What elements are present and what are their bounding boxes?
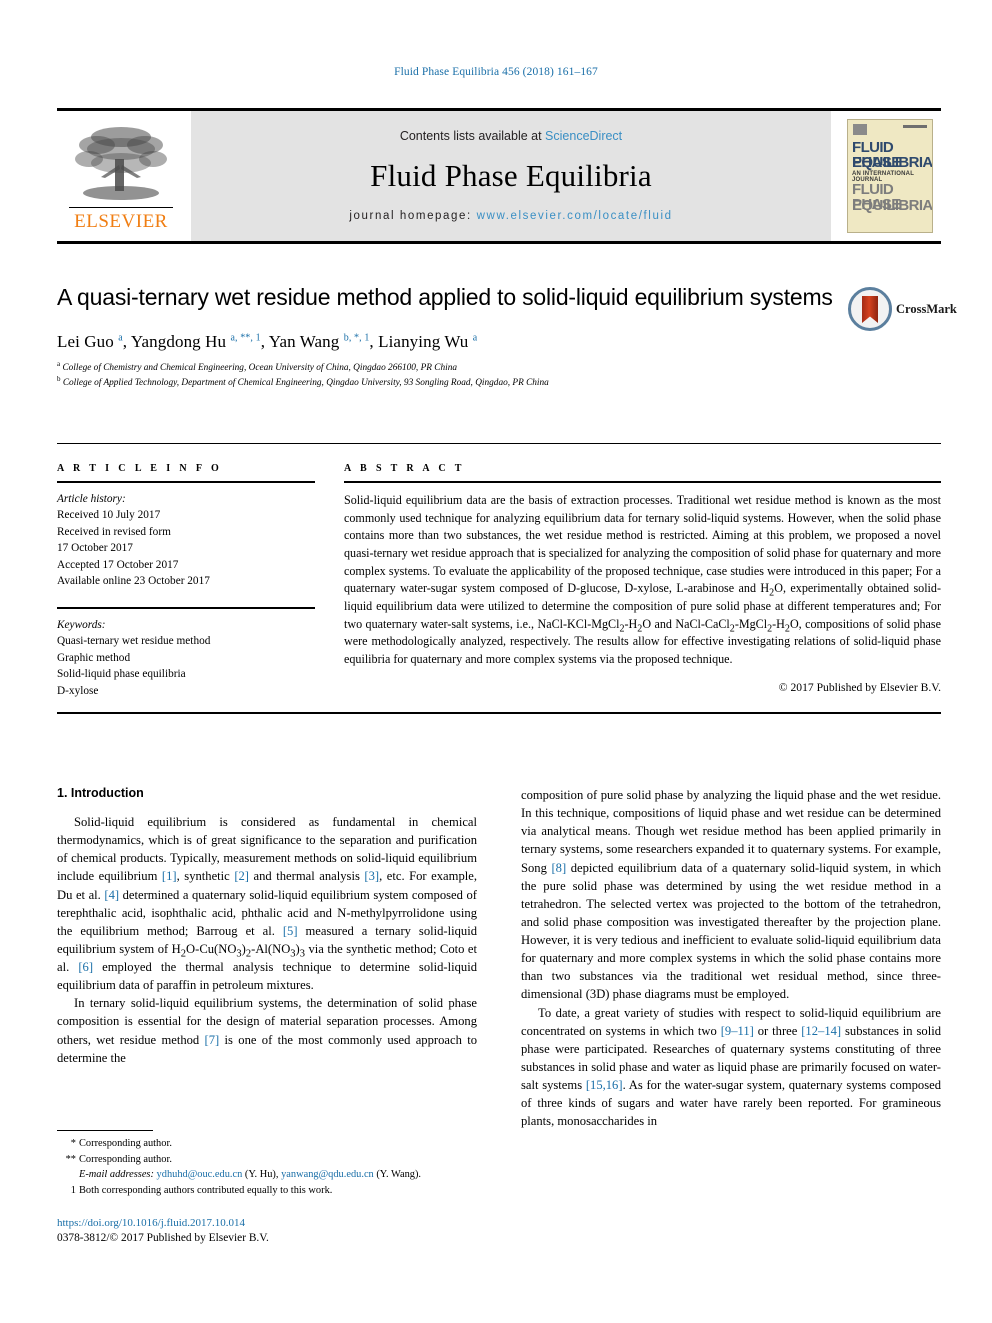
- article-info-rule: [57, 481, 315, 483]
- journal-homepage-link[interactable]: www.elsevier.com/locate/fluid: [477, 210, 673, 222]
- footnotes-block: * Corresponding author. ** Corresponding…: [57, 1130, 477, 1198]
- article-history-label: Article history:: [57, 493, 126, 505]
- keyword-item: D-xylose: [57, 684, 99, 697]
- history-item: Received 10 July 2017: [57, 509, 161, 522]
- intro-paragraph-1: Solid-liquid equilibrium is considered a…: [57, 815, 477, 993]
- body-column-right: composition of pure solid phase by analy…: [521, 786, 941, 1130]
- elsevier-divider: [69, 207, 173, 208]
- paper-page: Fluid Phase Equilibria 456 (2018) 161–16…: [0, 0, 992, 1323]
- section-heading-introduction: 1. Introduction: [57, 786, 144, 800]
- history-item: Accepted 17 October 2017: [57, 558, 179, 571]
- journal-cover-thumbnail: FLUID PHASE EQUILIBRIA AN INTERNATIONAL …: [839, 111, 941, 241]
- affiliation-marker-b: b: [57, 375, 61, 384]
- keywords-rule: [57, 606, 315, 609]
- article-info-column: A R T I C L E I N F O Article history: R…: [57, 463, 315, 699]
- email-addresses-text: E-mail addresses: ydhuhd@ouc.edu.cn (Y. …: [79, 1169, 422, 1181]
- author-list: Lei Guo a, Yangdong Hu a, **, 1, Yan Wan…: [57, 331, 478, 351]
- footnote-marker-one: 1: [70, 1184, 76, 1196]
- footnote-corresponding-author-1: * Corresponding author.: [57, 1136, 477, 1152]
- abstract-text: Solid-liquid equilibrium data are the ba…: [344, 493, 941, 666]
- crossmark-label: CrossMark: [896, 301, 957, 316]
- affiliation-a-text: College of Chemistry and Chemical Engine…: [62, 362, 457, 373]
- header-divider: [57, 443, 941, 444]
- affiliation-a: a College of Chemistry and Chemical Engi…: [57, 359, 837, 375]
- keyword-item: Graphic method: [57, 651, 131, 664]
- cover-line-5: EQUILIBRIA: [852, 197, 933, 214]
- footnote-marker-double-star: **: [65, 1153, 76, 1165]
- abstract-bottom-divider: [57, 712, 941, 714]
- elsevier-logo: ELSEVIER: [57, 111, 185, 241]
- cover-top-text-bar: [903, 125, 927, 128]
- intro-paragraph-3: composition of pure solid phase by analy…: [521, 788, 941, 1002]
- history-item: Available online 23 October 2017: [57, 575, 210, 588]
- footnote-divider: [57, 1130, 153, 1131]
- issn-copyright: 0378-3812/© 2017 Published by Elsevier B…: [57, 1231, 269, 1244]
- footnote-text: Corresponding author.: [79, 1153, 172, 1165]
- affiliation-marker-a: a: [57, 359, 61, 368]
- journal-homepage-line: journal homepage: www.elsevier.com/locat…: [349, 210, 672, 222]
- footer-identifiers: https://doi.org/10.1016/j.fluid.2017.10.…: [57, 1216, 487, 1246]
- footnote-equal-contribution: 1 Both corresponding authors contributed…: [57, 1183, 477, 1199]
- journal-band: Contents lists available at ScienceDirec…: [191, 111, 831, 241]
- affiliation-b: b College of Applied Technology, Departm…: [57, 376, 837, 390]
- page-title: A quasi-ternary wet residue method appli…: [57, 284, 833, 310]
- cover-corner-mark: [853, 124, 867, 135]
- crossmark-icon: [848, 287, 892, 331]
- footnote-email-addresses[interactable]: E-mail addresses: ydhuhd@ouc.edu.cn (Y. …: [57, 1167, 477, 1183]
- abstract-column: A B S T R A C T Solid-liquid equilibrium…: [344, 463, 941, 694]
- abstract-rule: [344, 481, 941, 483]
- title-block: A quasi-ternary wet residue method appli…: [57, 283, 837, 391]
- article-history: Article history: Received 10 July 2017 R…: [57, 491, 315, 590]
- article-info-heading: A R T I C L E I N F O: [57, 463, 223, 474]
- journal-masthead: ELSEVIER Contents lists available at Sci…: [57, 108, 941, 244]
- contents-available-line: Contents lists available at ScienceDirec…: [400, 129, 622, 143]
- doi-link[interactable]: https://doi.org/10.1016/j.fluid.2017.10.…: [57, 1216, 487, 1231]
- footnote-text: Corresponding author.: [79, 1138, 172, 1149]
- elsevier-wordmark: ELSEVIER: [74, 211, 168, 232]
- intro-paragraph-2: In ternary solid-liquid equilibrium syst…: [57, 996, 477, 1065]
- footnote-marker-star: *: [70, 1138, 76, 1149]
- history-item: Received in revised form: [57, 525, 171, 538]
- contents-prefix: Contents lists available at: [399, 129, 546, 143]
- keywords-label: Keywords:: [57, 618, 106, 631]
- affiliation-b-text: College of Applied Technology, Departmen…: [62, 378, 549, 389]
- body-column-left: 1. Introduction Solid-liquid equilibrium…: [57, 786, 477, 1067]
- elsevier-tree-icon: [75, 127, 167, 200]
- crossmark-ribbon-icon: [862, 296, 878, 323]
- intro-paragraph-4: To date, a great variety of studies with…: [521, 1005, 941, 1129]
- crossmark-badge[interactable]: CrossMark: [848, 283, 957, 335]
- keyword-item: Solid-liquid phase equilibria: [57, 668, 186, 681]
- history-item: 17 October 2017: [57, 542, 133, 555]
- keywords-block: Keywords: Quasi-ternary wet residue meth…: [57, 617, 315, 699]
- cover-image: FLUID PHASE EQUILIBRIA AN INTERNATIONAL …: [847, 119, 933, 233]
- abstract-heading: A B S T R A C T: [344, 463, 465, 474]
- journal-title: Fluid Phase Equilibria: [370, 158, 652, 193]
- keyword-item: Quasi-ternary wet residue method: [57, 635, 211, 648]
- cover-line-2: EQUILIBRIA: [852, 154, 933, 171]
- abstract-copyright: © 2017 Published by Elsevier B.V.: [778, 680, 941, 694]
- sciencedirect-link[interactable]: ScienceDirect: [545, 129, 622, 143]
- footnote-text: Both corresponding authors contributed e…: [79, 1184, 333, 1196]
- homepage-prefix: journal homepage:: [349, 210, 477, 222]
- running-head: Fluid Phase Equilibria 456 (2018) 161–16…: [394, 66, 598, 78]
- footnote-corresponding-author-2: ** Corresponding author.: [57, 1152, 477, 1168]
